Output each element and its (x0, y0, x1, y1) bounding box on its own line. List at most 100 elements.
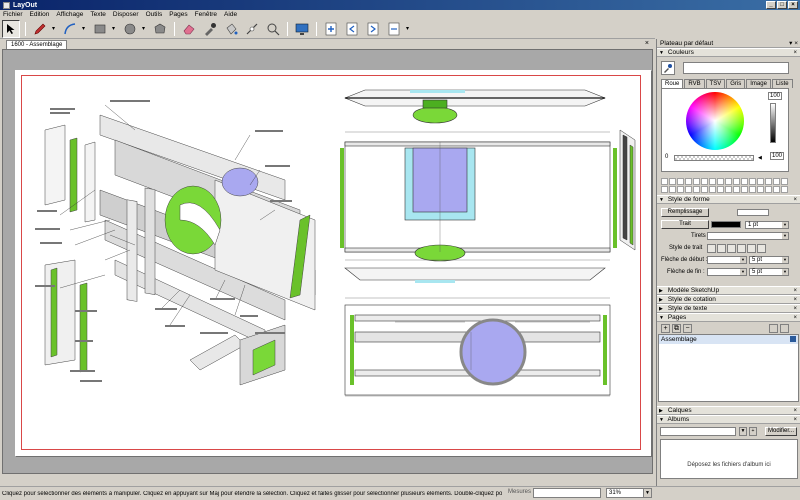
end-arrow-size[interactable]: 5 pt ▼ (749, 268, 789, 276)
current-color-swatch[interactable] (683, 62, 789, 74)
chevron-down-icon[interactable]: ▾ (52, 25, 58, 32)
panel-close-icon[interactable]: × (793, 305, 797, 313)
previous-page-icon[interactable] (343, 20, 361, 38)
panel-pages-header[interactable]: ▼ Pages × (657, 313, 800, 322)
paint-bucket-icon[interactable] (222, 20, 240, 38)
start-arrow-size[interactable]: 5 pt ▼ (749, 256, 789, 264)
palette-cell[interactable] (781, 178, 788, 185)
list-view-icon[interactable] (769, 324, 778, 333)
chevron-down-icon[interactable]: ▾ (406, 25, 412, 32)
color-wheel[interactable] (686, 92, 744, 150)
tab-image[interactable]: Image (746, 79, 771, 88)
line-cap-button[interactable] (707, 244, 716, 253)
palette-cell[interactable] (661, 178, 668, 185)
chevron-down-icon[interactable]: ▼ (782, 233, 788, 239)
presentation-icon[interactable] (293, 20, 311, 38)
dashes-select[interactable]: ▼ (707, 232, 789, 240)
palette-cell[interactable] (709, 178, 716, 185)
grid-view-icon[interactable] (780, 324, 789, 333)
next-page-icon[interactable] (364, 20, 382, 38)
arc-icon[interactable] (61, 20, 79, 38)
tab-gris[interactable]: Gris (726, 79, 746, 88)
end-arrow-select[interactable]: ▼ (707, 268, 747, 276)
brightness-slider[interactable] (770, 103, 776, 143)
panel-close-icon[interactable]: × (793, 407, 797, 415)
palette-cell[interactable] (757, 186, 764, 193)
palette-cell[interactable] (725, 178, 732, 185)
zoom-select[interactable]: 31% ▼ (606, 488, 652, 498)
brightness-top-value[interactable]: 100 (768, 92, 782, 100)
menu-texte[interactable]: Texte (90, 11, 106, 18)
pencil-icon[interactable] (31, 20, 49, 38)
chevron-down-icon[interactable]: ▼ (643, 489, 651, 497)
close-document-icon[interactable]: × (645, 40, 649, 47)
panel-close-icon[interactable]: × (793, 287, 797, 295)
palette-cell[interactable] (733, 178, 740, 185)
fill-color-swatch[interactable] (737, 209, 769, 216)
palette-cell[interactable] (773, 178, 780, 185)
album-drop-zone[interactable]: Déposez les fichiers d'album ici (660, 439, 798, 479)
start-arrow-select[interactable]: ▼ (707, 256, 747, 264)
technical-drawing[interactable] (15, 70, 651, 456)
page-list-item[interactable]: Assemblage (659, 335, 798, 344)
add-album-icon[interactable]: + (749, 427, 757, 436)
palette-cell[interactable] (725, 186, 732, 193)
palette-cell[interactable] (717, 186, 724, 193)
panel-dimension-style-header[interactable]: ▶ Style de cotation × (657, 295, 800, 304)
palette-cell[interactable] (701, 178, 708, 185)
menu-outils[interactable]: Outils (146, 11, 163, 18)
menu-edition[interactable]: Edition (30, 11, 50, 18)
line-join-button[interactable] (747, 244, 756, 253)
menu-affichage[interactable]: Affichage (56, 11, 83, 18)
tab-liste[interactable]: Liste (771, 79, 793, 88)
palette-cell[interactable] (749, 186, 756, 193)
panel-layers-header[interactable]: ▶ Calques × (657, 406, 800, 415)
palette-cell[interactable] (749, 178, 756, 185)
split-icon[interactable] (243, 20, 261, 38)
menu-disposer[interactable]: Disposer (113, 11, 139, 18)
panel-close-icon[interactable]: × (793, 416, 797, 424)
menu-aide[interactable]: Aide (224, 11, 237, 18)
palette-cell[interactable] (741, 186, 748, 193)
chevron-down-icon[interactable]: ▼ (782, 257, 788, 263)
circle-icon[interactable] (121, 20, 139, 38)
add-page-icon[interactable] (322, 20, 340, 38)
palette-cell[interactable] (717, 178, 724, 185)
tab-assemblage[interactable]: 1600 - Assemblage (6, 40, 68, 49)
album-select[interactable] (660, 427, 736, 436)
chevron-down-icon[interactable]: ▾ (82, 25, 88, 32)
stroke-weight-select[interactable]: 1 pt ▼ (745, 221, 789, 229)
chevron-down-icon[interactable]: ▼ (782, 269, 788, 275)
rectangle-icon[interactable] (91, 20, 109, 38)
fill-button[interactable]: Remplissage (661, 208, 709, 217)
panel-close-icon[interactable]: × (793, 296, 797, 304)
chevron-down-icon[interactable]: ▼ (740, 257, 746, 263)
select-arrow-icon[interactable] (2, 19, 20, 38)
add-page-button[interactable]: + (661, 324, 670, 333)
panel-close-icon[interactable]: × (793, 314, 797, 322)
maximize-button[interactable]: □ (777, 1, 787, 9)
palette-cell[interactable] (693, 178, 700, 185)
stroke-color-swatch[interactable] (711, 221, 741, 228)
line-join-button[interactable] (737, 244, 746, 253)
modify-album-button[interactable]: Modifier... (765, 427, 797, 436)
chevron-down-icon[interactable]: ▾ (112, 25, 118, 32)
panel-close-icon[interactable]: × (793, 49, 797, 57)
measurements-input[interactable] (533, 488, 601, 498)
palette-cell[interactable] (661, 186, 668, 193)
close-button[interactable]: × (788, 1, 798, 9)
opacity-value[interactable]: 100 (770, 152, 784, 160)
opacity-slider[interactable] (674, 155, 754, 161)
menu-fenetre[interactable]: Fenêtre (195, 11, 217, 18)
palette-cell[interactable] (685, 186, 692, 193)
chevron-down-icon[interactable]: ▾ (142, 25, 148, 32)
drawing-canvas[interactable] (2, 49, 653, 474)
stroke-button[interactable]: Trait (661, 220, 709, 229)
panel-close-icon[interactable]: × (793, 196, 797, 204)
panel-sketchup-model-header[interactable]: ▶ Modèle SketchUp × (657, 286, 800, 295)
palette-cell[interactable] (741, 178, 748, 185)
tray-close-icon[interactable]: ▾ × (789, 39, 798, 48)
duplicate-page-button[interactable]: ⧉ (672, 324, 681, 333)
chevron-down-icon[interactable]: ▼ (782, 222, 788, 228)
panel-shape-style-header[interactable]: ▼ Style de forme × (657, 195, 800, 204)
